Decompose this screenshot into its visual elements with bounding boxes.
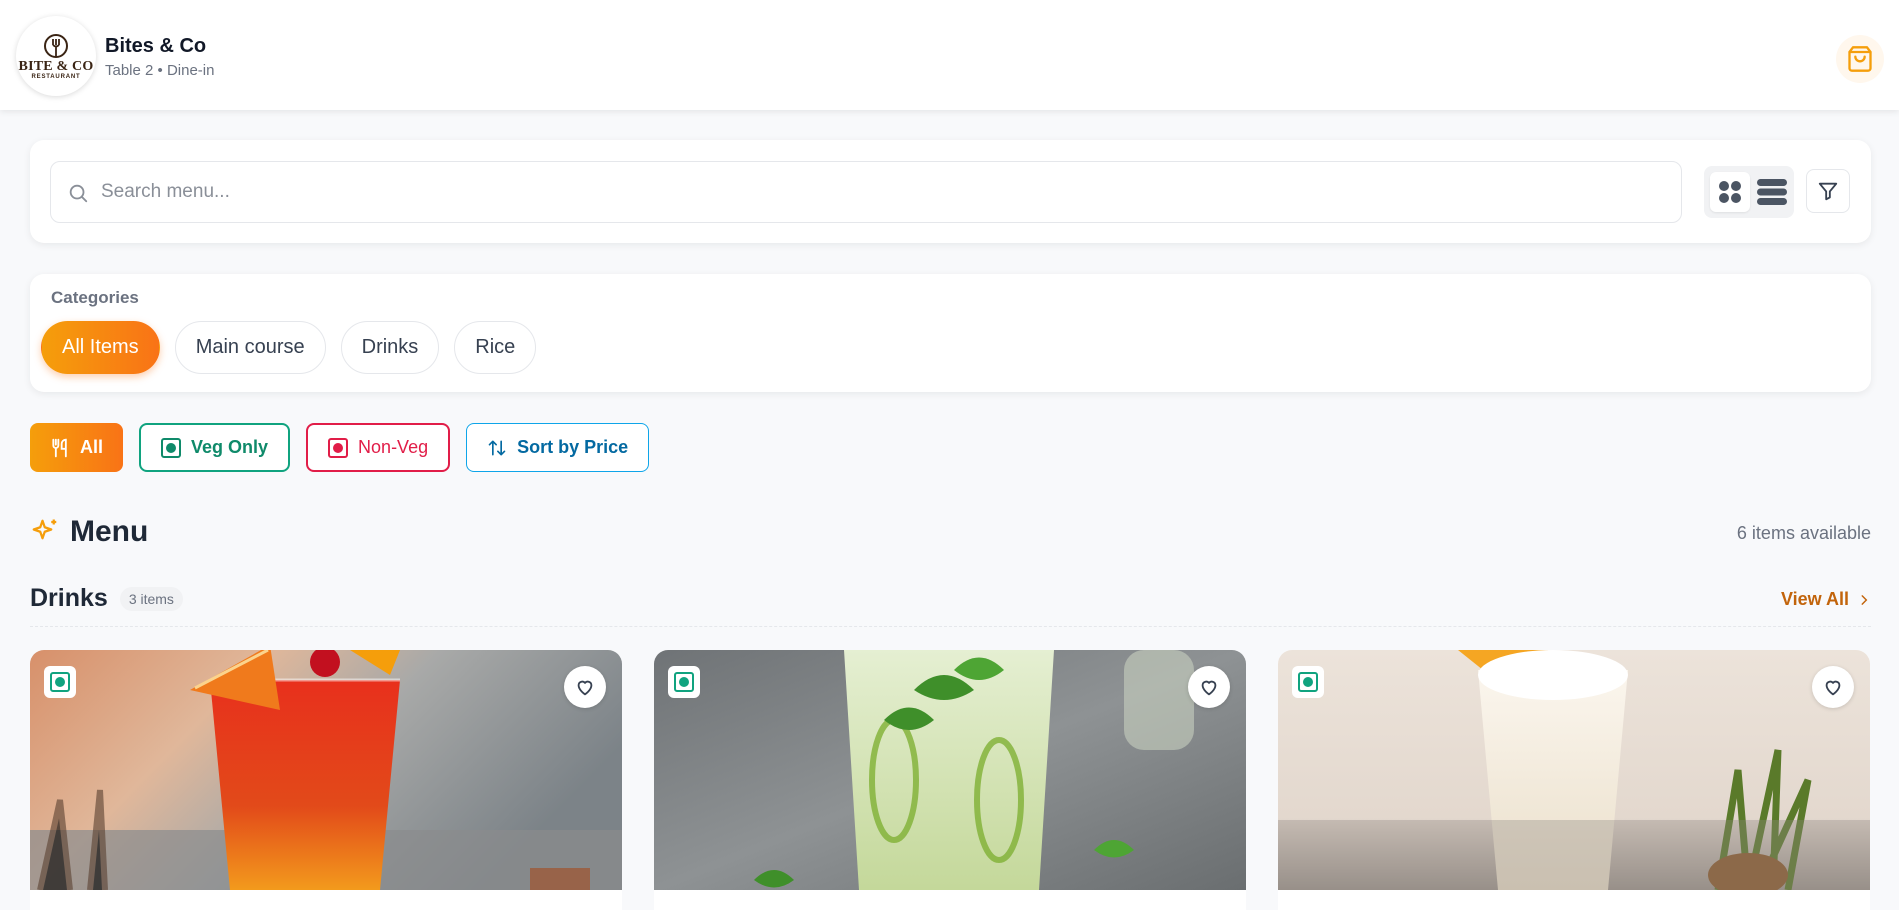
section-count-badge: 3 items	[119, 586, 183, 611]
filter-icon	[1818, 182, 1838, 201]
categories-label: Categories	[51, 288, 139, 307]
favorite-button[interactable]	[564, 666, 606, 708]
filter-all-label: All	[80, 437, 104, 457]
chevron-right-icon	[1861, 594, 1868, 605]
logo-subtext: RESTAURANT	[31, 73, 81, 80]
veg-indicator-icon	[161, 437, 182, 458]
veg-badge	[668, 666, 700, 698]
favorite-button[interactable]	[1812, 666, 1854, 708]
menu-item-card[interactable]	[654, 650, 1246, 910]
items-available: 6 items available	[1736, 523, 1871, 543]
app-header: BITE & CO RESTAURANT Bites & Co Table 2 …	[0, 0, 1899, 110]
section-heading: Drinks 3 items	[30, 584, 183, 613]
filter-all-button[interactable]: All	[30, 423, 124, 472]
item-image	[1278, 650, 1870, 890]
category-chips: All Items Main course Drinks Rice	[41, 321, 537, 374]
heart-icon	[1201, 680, 1217, 696]
veg-badge	[1292, 666, 1324, 698]
shopping-bag-icon	[1848, 46, 1872, 72]
filter-nonveg-button[interactable]: Non-Veg	[306, 423, 451, 472]
filter-veg-button[interactable]: Veg Only	[139, 423, 291, 472]
menu-item-card[interactable]	[30, 650, 622, 910]
filter-veg-label: Veg Only	[191, 437, 269, 457]
search-box[interactable]	[50, 161, 1682, 223]
grid-view-icon	[1719, 181, 1741, 203]
sparkles-icon	[32, 519, 57, 540]
view-all-link[interactable]: View All	[1781, 589, 1871, 610]
fork-icon	[44, 33, 68, 58]
veg-indicator-icon	[674, 672, 694, 692]
diet-filters: All Veg Only Non-Veg Sort by Price	[30, 423, 650, 472]
table-info: Table 2 • Dine-in	[105, 62, 215, 79]
filter-nonveg-label: Non-Veg	[358, 437, 429, 457]
restaurant-logo[interactable]: BITE & CO RESTAURANT	[16, 16, 96, 96]
card-footer	[1278, 890, 1870, 910]
heart-icon	[577, 680, 593, 696]
veg-indicator-icon	[1298, 672, 1318, 692]
veg-indicator-icon	[50, 672, 70, 692]
item-image	[654, 650, 1246, 890]
view-toggle	[1704, 166, 1794, 218]
sort-price-label: Sort by Price	[517, 437, 629, 457]
item-image	[30, 650, 622, 890]
search-card	[30, 140, 1871, 243]
veg-badge	[44, 666, 76, 698]
cart-button[interactable]	[1836, 35, 1884, 83]
category-rice[interactable]: Rice	[454, 321, 537, 374]
section-title: Drinks	[30, 584, 108, 612]
nonveg-indicator-icon	[328, 437, 349, 458]
menu-heading: Menu	[30, 515, 148, 549]
card-footer	[30, 890, 622, 910]
favorite-button[interactable]	[1188, 666, 1230, 708]
restaurant-name: Bites & Co	[105, 35, 207, 57]
grid-view-button[interactable]	[1710, 172, 1750, 212]
search-icon	[69, 184, 88, 203]
menu-item-card[interactable]	[1278, 650, 1870, 910]
sort-price-button[interactable]: Sort by Price	[466, 423, 650, 472]
category-drinks[interactable]: Drinks	[340, 321, 440, 374]
category-main-course[interactable]: Main course	[174, 321, 326, 374]
categories-card: Categories All Items Main course Drinks …	[30, 274, 1871, 392]
sort-arrows-icon	[488, 440, 506, 455]
list-view-button[interactable]	[1752, 172, 1792, 212]
view-all-label: View All	[1780, 589, 1849, 609]
card-footer	[654, 890, 1246, 910]
logo-text: BITE & CO	[18, 58, 94, 74]
list-view-icon	[1757, 179, 1787, 205]
category-all-items[interactable]: All Items	[41, 321, 160, 374]
section-divider	[30, 626, 1871, 627]
search-input[interactable]	[101, 172, 1661, 212]
filter-button[interactable]	[1806, 169, 1850, 213]
heart-icon	[1825, 680, 1841, 696]
menu-title: Menu	[70, 515, 149, 548]
utensils-icon	[52, 438, 67, 457]
